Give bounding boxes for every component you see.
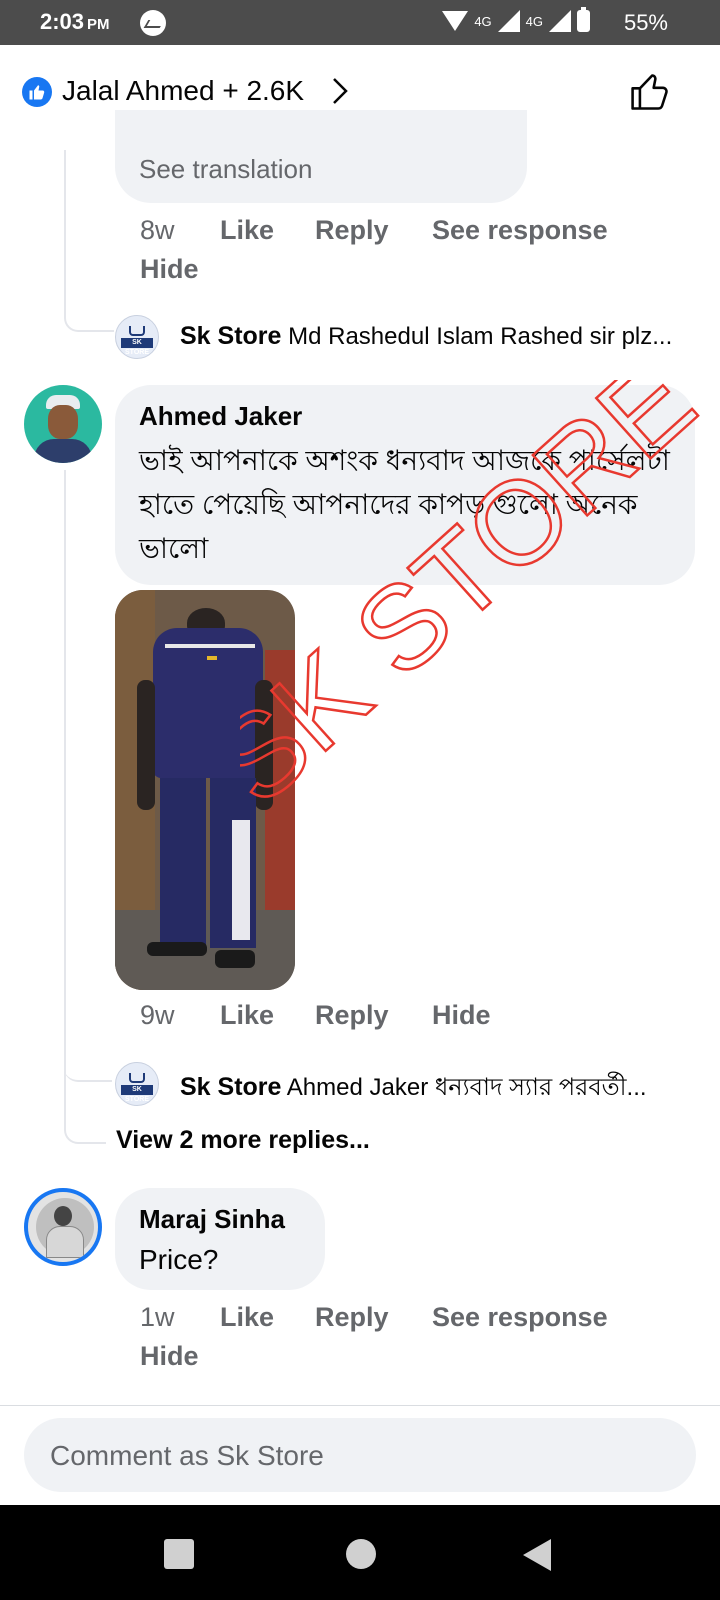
comment-text: Price? <box>139 1244 219 1275</box>
comment-time: 9w <box>140 1000 175 1030</box>
signal-icon <box>497 10 520 32</box>
reply-button[interactable]: Reply <box>315 215 389 246</box>
sk-logo-text: SK STORE <box>121 1085 153 1103</box>
reply-button[interactable]: Reply <box>315 1000 389 1031</box>
see-response-button[interactable]: See response <box>432 215 608 246</box>
ahmed-avatar[interactable] <box>24 385 102 463</box>
comment-input[interactable] <box>48 1418 672 1494</box>
thread-line <box>64 150 114 332</box>
sk-logo-text: SK STORE <box>121 338 153 356</box>
like-button[interactable]: Like <box>220 1302 274 1333</box>
cart-icon <box>129 1073 145 1083</box>
signal-icon-2 <box>549 10 571 32</box>
cart-icon <box>129 326 145 336</box>
comment-actions: 9w Like Reply Hide <box>140 1000 700 1040</box>
comment-bubble-maraj: Maraj Sinha Price? <box>115 1188 325 1290</box>
comment-bubble: See translation <box>115 110 527 203</box>
like-button[interactable]: Like <box>220 215 274 246</box>
see-translation-link[interactable]: See translation <box>139 154 312 185</box>
reply-author: Sk Store <box>180 322 282 350</box>
see-response-button[interactable]: See response <box>432 1302 608 1333</box>
comment-author[interactable]: Maraj Sinha <box>139 1204 285 1235</box>
composer-divider <box>0 1405 720 1406</box>
network-label-2: 4G <box>525 13 543 29</box>
home-icon[interactable] <box>346 1539 376 1569</box>
thumbs-up-outline-icon[interactable] <box>628 70 672 114</box>
like-badge-icon <box>22 77 52 107</box>
status-icons: 4G 4G <box>442 7 590 32</box>
reactors-link[interactable]: Jalal Ahmed + 2.6K <box>62 75 304 107</box>
battery-percent: 55% <box>623 10 668 35</box>
reply-text: Ahmed Jaker ধন্যবাদ স্যার পরবর্তী... <box>286 1074 647 1101</box>
hide-button[interactable]: Hide <box>140 254 199 285</box>
maraj-avatar[interactable] <box>24 1188 102 1266</box>
sk-store-avatar[interactable]: SK STORE <box>115 315 159 359</box>
reply-preview[interactable]: Sk Store Ahmed Jaker ধন্যবাদ স্যার পরবর্… <box>180 1069 647 1109</box>
battery-icon <box>577 7 590 32</box>
comment-composer[interactable] <box>24 1418 696 1494</box>
sk-store-avatar[interactable]: SK STORE <box>115 1062 159 1106</box>
hide-button[interactable]: Hide <box>432 1000 491 1031</box>
chevron-right-icon[interactable] <box>330 75 350 107</box>
back-icon[interactable] <box>523 1539 551 1571</box>
comment-actions: 1w Like Reply See response Hide <box>140 1302 700 1382</box>
comment-bubble-ahmed: Ahmed Jaker ভাই আপনাকে অশংক ধন্যবাদ আজকে… <box>115 385 695 585</box>
comment-time: 8w <box>140 215 175 245</box>
wifi-icon <box>442 11 469 31</box>
system-nav-bar <box>0 1505 720 1600</box>
like-button[interactable]: Like <box>220 1000 274 1031</box>
comment-text: ভাই আপনাকে অশংক ধন্যবাদ আজকে পার্সেলটা হ… <box>139 445 670 564</box>
reply-preview[interactable]: Sk Store Md Rashedul Islam Rashed sir pl… <box>180 322 672 351</box>
reply-button[interactable]: Reply <box>315 1302 389 1333</box>
comment-actions: 8w Like Reply See response Hide <box>140 215 700 295</box>
status-time: 2:03 PM <box>40 9 110 34</box>
messenger-icon <box>140 10 166 36</box>
comment-photo[interactable] <box>115 590 295 990</box>
status-bar: 2:03 PM 4G 4G 55% <box>0 0 720 45</box>
reply-text: Md Rashedul Islam Rashed sir plz... <box>288 323 673 350</box>
hide-button[interactable]: Hide <box>140 1341 199 1372</box>
recent-apps-icon[interactable] <box>164 1539 194 1569</box>
reply-author: Sk Store <box>180 1073 282 1101</box>
view-more-replies[interactable]: View 2 more replies... <box>116 1126 370 1155</box>
network-label-1: 4G <box>474 13 492 29</box>
comment-author[interactable]: Ahmed Jaker <box>139 401 302 432</box>
comment-time: 1w <box>140 1302 175 1332</box>
